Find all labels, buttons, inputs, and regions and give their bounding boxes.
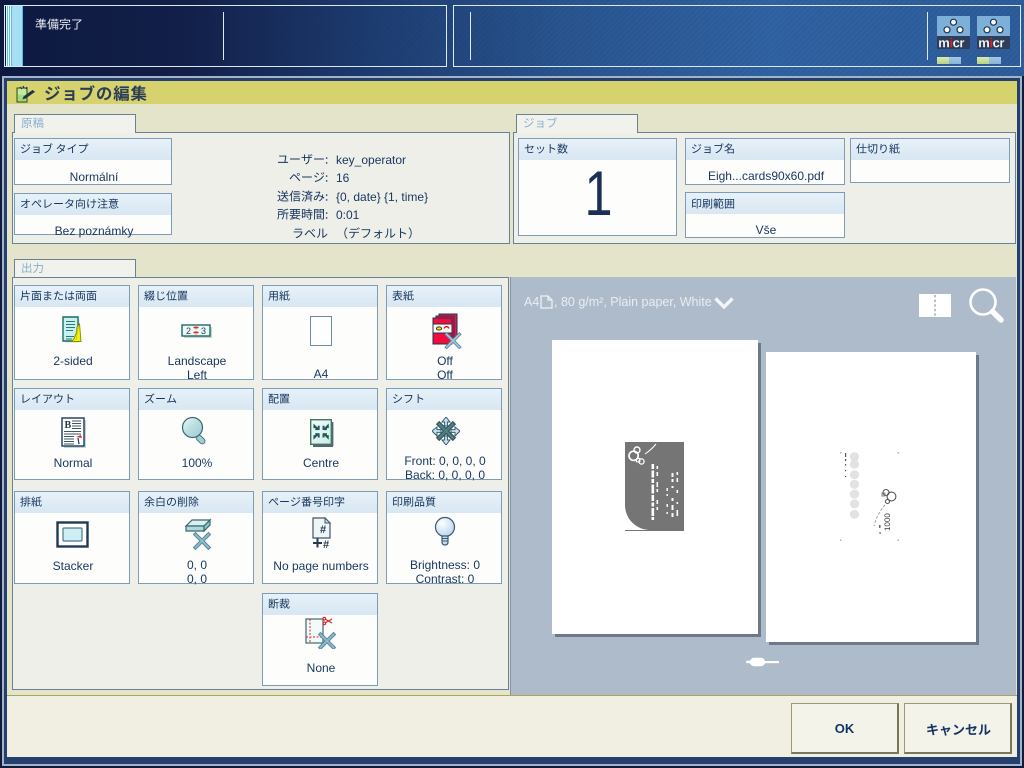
svg-text:#: #: [320, 524, 326, 536]
svg-text:#: #: [323, 539, 329, 549]
svg-text:2: 2: [186, 326, 191, 336]
svg-text:3: 3: [201, 326, 206, 336]
svg-text:B: B: [65, 420, 72, 431]
